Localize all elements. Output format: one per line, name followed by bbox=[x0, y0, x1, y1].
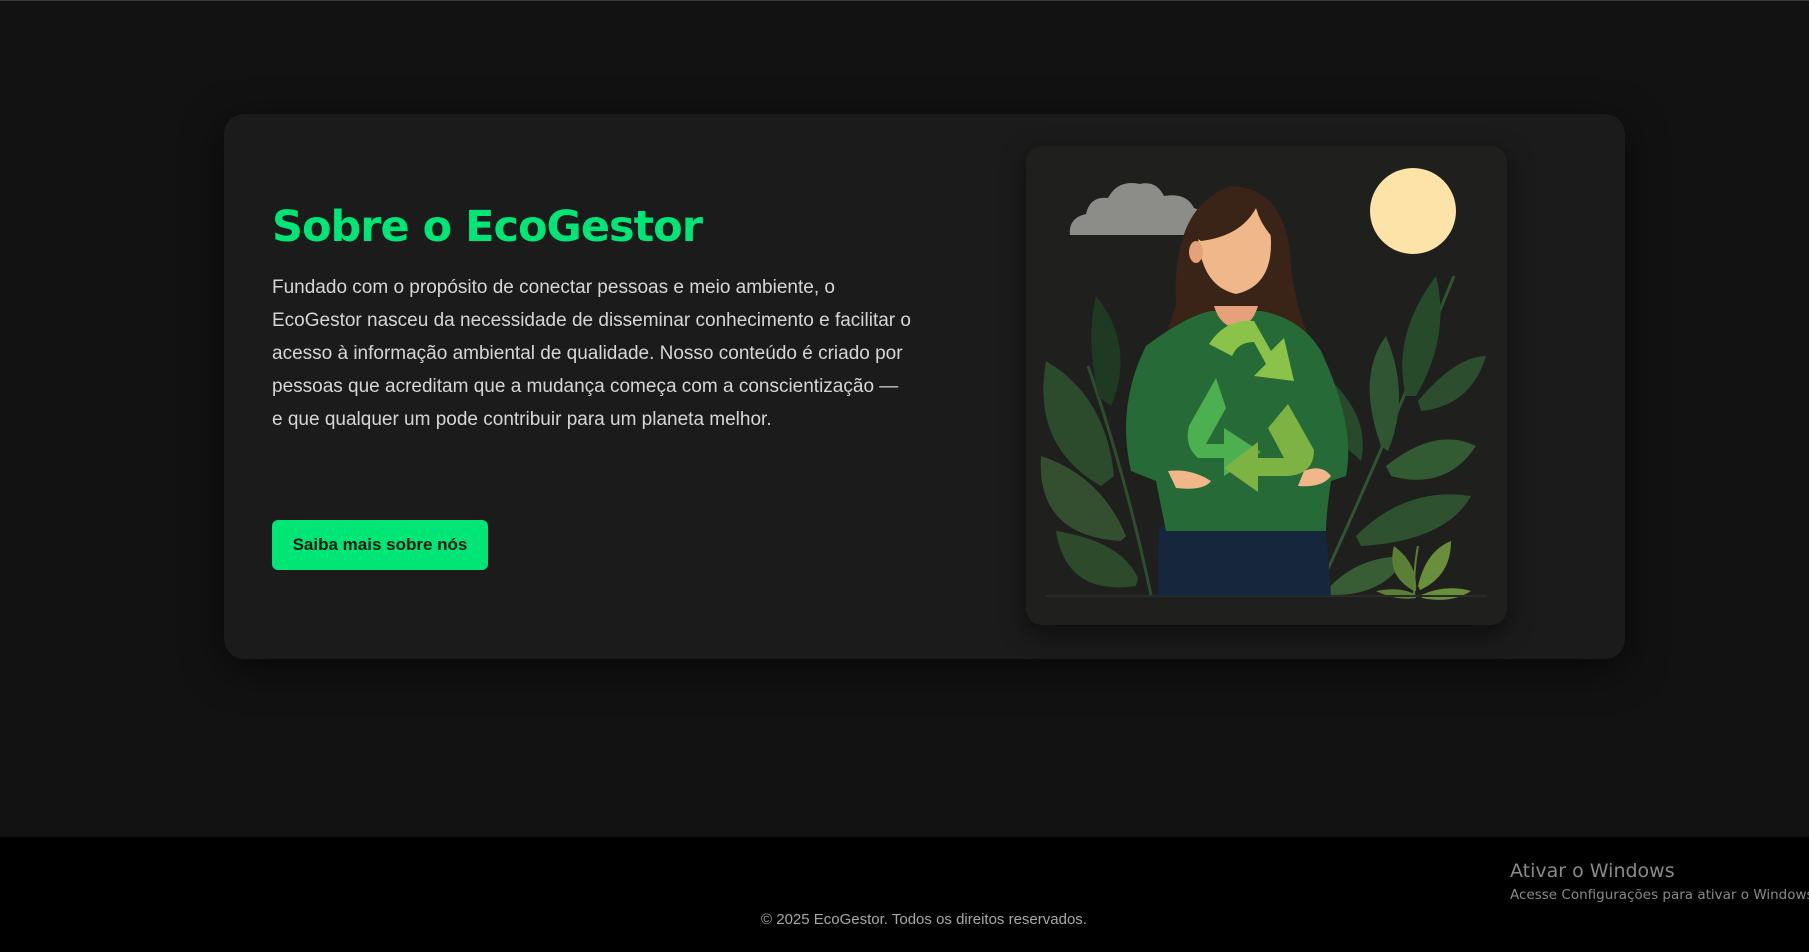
about-illustration bbox=[1026, 146, 1507, 625]
person-icon bbox=[1126, 186, 1349, 596]
main-content: Sobre o EcoGestor Fundado com o propósit… bbox=[0, 1, 1809, 837]
cloud-icon bbox=[1069, 182, 1205, 235]
windows-activation-subtitle: Acesse Configurações para ativar o Windo… bbox=[1510, 887, 1809, 903]
about-card: Sobre o EcoGestor Fundado com o propósit… bbox=[224, 114, 1625, 659]
about-description: Fundado com o propósito de conectar pess… bbox=[272, 277, 911, 430]
copyright-text: © 2025 EcoGestor. Todos os direitos rese… bbox=[761, 911, 1087, 928]
about-title: Sobre o EcoGestor bbox=[272, 202, 703, 252]
learn-more-button[interactable]: Saiba mais sobre nós bbox=[272, 520, 488, 570]
windows-activation-title: Ativar o Windows bbox=[1510, 860, 1675, 882]
page-footer: © 2025 EcoGestor. Todos os direitos rese… bbox=[0, 837, 1809, 952]
sun-icon bbox=[1370, 168, 1456, 254]
